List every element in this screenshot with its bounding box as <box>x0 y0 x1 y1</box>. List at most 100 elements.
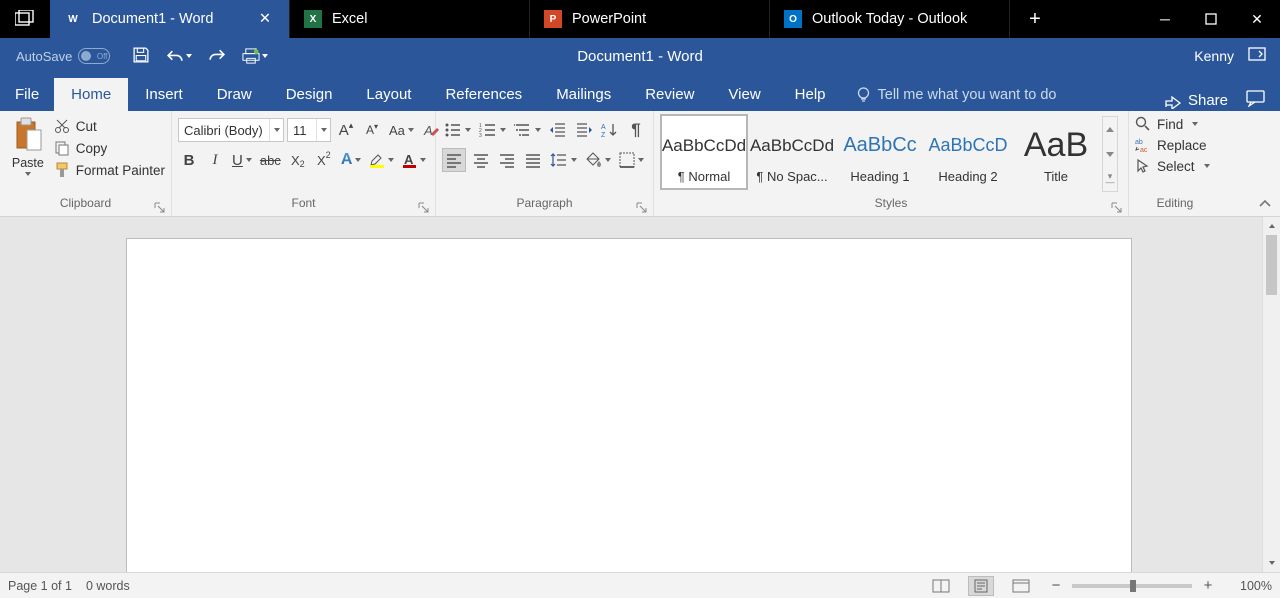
maximize-button[interactable] <box>1188 0 1234 38</box>
replace-button[interactable]: abacReplace <box>1135 137 1210 153</box>
bold-button[interactable]: B <box>178 148 200 172</box>
line-spacing-button[interactable] <box>548 148 579 172</box>
ribbon-tab-insert[interactable]: Insert <box>128 78 200 111</box>
zoom-track[interactable] <box>1072 584 1192 588</box>
comments-icon[interactable] <box>1246 90 1266 111</box>
autosave-toggle[interactable]: AutoSave Off <box>16 48 110 64</box>
text-effects-button[interactable]: A <box>339 148 364 172</box>
font-name-input[interactable] <box>179 123 269 138</box>
gallery-up-icon[interactable] <box>1103 117 1117 142</box>
paste-button[interactable]: Paste <box>6 114 50 176</box>
ribbon-tab-mailings[interactable]: Mailings <box>539 78 628 111</box>
ribbon-tab-help[interactable]: Help <box>778 78 843 111</box>
font-color-button[interactable]: A <box>400 148 428 172</box>
font-size-input[interactable] <box>288 123 316 138</box>
save-icon[interactable] <box>132 46 150 67</box>
style--normal[interactable]: AaBbCcDd¶ Normal <box>660 114 748 190</box>
scroll-down-icon[interactable] <box>1263 554 1280 572</box>
increase-indent-button[interactable] <box>573 118 595 142</box>
task-view-icon[interactable] <box>0 0 50 38</box>
ribbon-tab-draw[interactable]: Draw <box>200 78 269 111</box>
ribbon-display-options-icon[interactable] <box>1248 47 1266 65</box>
quick-print-button[interactable] <box>242 47 268 65</box>
ribbon-tab-design[interactable]: Design <box>269 78 350 111</box>
zoom-out-button[interactable]: − <box>1048 577 1064 594</box>
scrollbar-thumb[interactable] <box>1266 235 1277 295</box>
styles-gallery[interactable]: AaBbCcDd¶ NormalAaBbCcDd¶ No Spac...AaBb… <box>660 114 1100 190</box>
decrease-indent-button[interactable] <box>547 118 569 142</box>
tell-me-search[interactable]: Tell me what you want to do <box>843 78 1069 111</box>
clear-formatting-button[interactable]: A <box>420 118 442 142</box>
app-tab-outlook[interactable]: O Outlook Today - Outlook <box>770 0 1010 38</box>
select-button[interactable]: Select <box>1135 158 1210 174</box>
highlight-color-button[interactable] <box>367 148 396 172</box>
align-center-button[interactable] <box>470 148 492 172</box>
ribbon-tab-layout[interactable]: Layout <box>349 78 428 111</box>
minimize-button[interactable]: ─ <box>1142 0 1188 38</box>
ribbon-tab-references[interactable]: References <box>428 78 539 111</box>
strikethrough-button[interactable]: abc <box>258 148 283 172</box>
word-count[interactable]: 0 words <box>86 579 130 593</box>
cut-button[interactable]: Cut <box>54 118 165 134</box>
ribbon-tab-file[interactable]: File <box>0 78 54 111</box>
app-tab-excel[interactable]: X Excel <box>290 0 530 38</box>
zoom-slider[interactable]: − + <box>1048 577 1216 594</box>
undo-button[interactable] <box>166 47 192 65</box>
clipboard-dialog-launcher[interactable] <box>154 202 165 213</box>
bullets-button[interactable] <box>442 118 473 142</box>
grow-font-button[interactable]: A▴ <box>335 118 357 142</box>
app-tab-word[interactable]: W Document1 - Word ✕ <box>50 0 290 38</box>
style-heading-1[interactable]: AaBbCcHeading 1 <box>836 114 924 190</box>
document-page[interactable] <box>126 238 1132 572</box>
style-heading-2[interactable]: AaBbCcDHeading 2 <box>924 114 1012 190</box>
page-count[interactable]: Page 1 of 1 <box>8 579 72 593</box>
shading-button[interactable] <box>583 148 613 172</box>
ribbon-tab-view[interactable]: View <box>711 78 777 111</box>
superscript-button[interactable]: X2 <box>313 148 335 172</box>
font-dialog-launcher[interactable] <box>418 202 429 213</box>
subscript-button[interactable]: X2 <box>287 148 309 172</box>
close-tab-icon[interactable]: ✕ <box>255 11 275 27</box>
shrink-font-button[interactable]: A▾ <box>361 118 383 142</box>
underline-button[interactable]: U <box>230 148 254 172</box>
italic-button[interactable]: I <box>204 148 226 172</box>
paragraph-dialog-launcher[interactable] <box>636 202 647 213</box>
print-layout-view-button[interactable] <box>968 576 994 596</box>
zoom-in-button[interactable]: + <box>1200 577 1216 594</box>
style--no-spac-[interactable]: AaBbCcDd¶ No Spac... <box>748 114 836 190</box>
show-hide-paragraph-button[interactable]: ¶ <box>625 118 647 142</box>
multilevel-list-button[interactable] <box>512 118 543 142</box>
read-mode-view-button[interactable] <box>928 576 954 596</box>
font-size-combo[interactable] <box>287 118 331 142</box>
gallery-more-icon[interactable]: ▾— <box>1103 166 1117 191</box>
ribbon-tab-home[interactable]: Home <box>54 78 128 111</box>
scroll-up-icon[interactable] <box>1263 217 1280 235</box>
change-case-button[interactable]: Aa <box>387 118 416 142</box>
gallery-down-icon[interactable] <box>1103 142 1117 167</box>
format-painter-button[interactable]: Format Painter <box>54 162 165 178</box>
find-button[interactable]: Find <box>1135 116 1210 132</box>
copy-button[interactable]: Copy <box>54 140 165 156</box>
style-title[interactable]: AaBTitle <box>1012 114 1100 190</box>
web-layout-view-button[interactable] <box>1008 576 1034 596</box>
redo-button[interactable] <box>208 46 226 67</box>
new-tab-button[interactable]: + <box>1010 0 1060 38</box>
font-name-combo[interactable] <box>178 118 284 142</box>
justify-button[interactable] <box>522 148 544 172</box>
sort-button[interactable]: AZ <box>599 118 621 142</box>
borders-button[interactable] <box>617 148 646 172</box>
align-right-button[interactable] <box>496 148 518 172</box>
zoom-thumb[interactable] <box>1130 580 1136 592</box>
app-tab-powerpoint[interactable]: P PowerPoint <box>530 0 770 38</box>
align-left-button[interactable] <box>442 148 466 172</box>
share-button[interactable]: Share <box>1164 92 1228 109</box>
ribbon-tab-review[interactable]: Review <box>628 78 711 111</box>
vertical-scrollbar[interactable] <box>1262 217 1280 572</box>
styles-gallery-nav[interactable]: ▾— <box>1102 116 1118 192</box>
styles-dialog-launcher[interactable] <box>1111 202 1122 213</box>
zoom-level[interactable]: 100% <box>1230 579 1272 593</box>
close-window-button[interactable]: ✕ <box>1234 0 1280 38</box>
collapse-ribbon-button[interactable] <box>1258 197 1272 215</box>
user-name[interactable]: Kenny <box>1194 48 1234 64</box>
numbering-button[interactable]: 123 <box>477 118 508 142</box>
